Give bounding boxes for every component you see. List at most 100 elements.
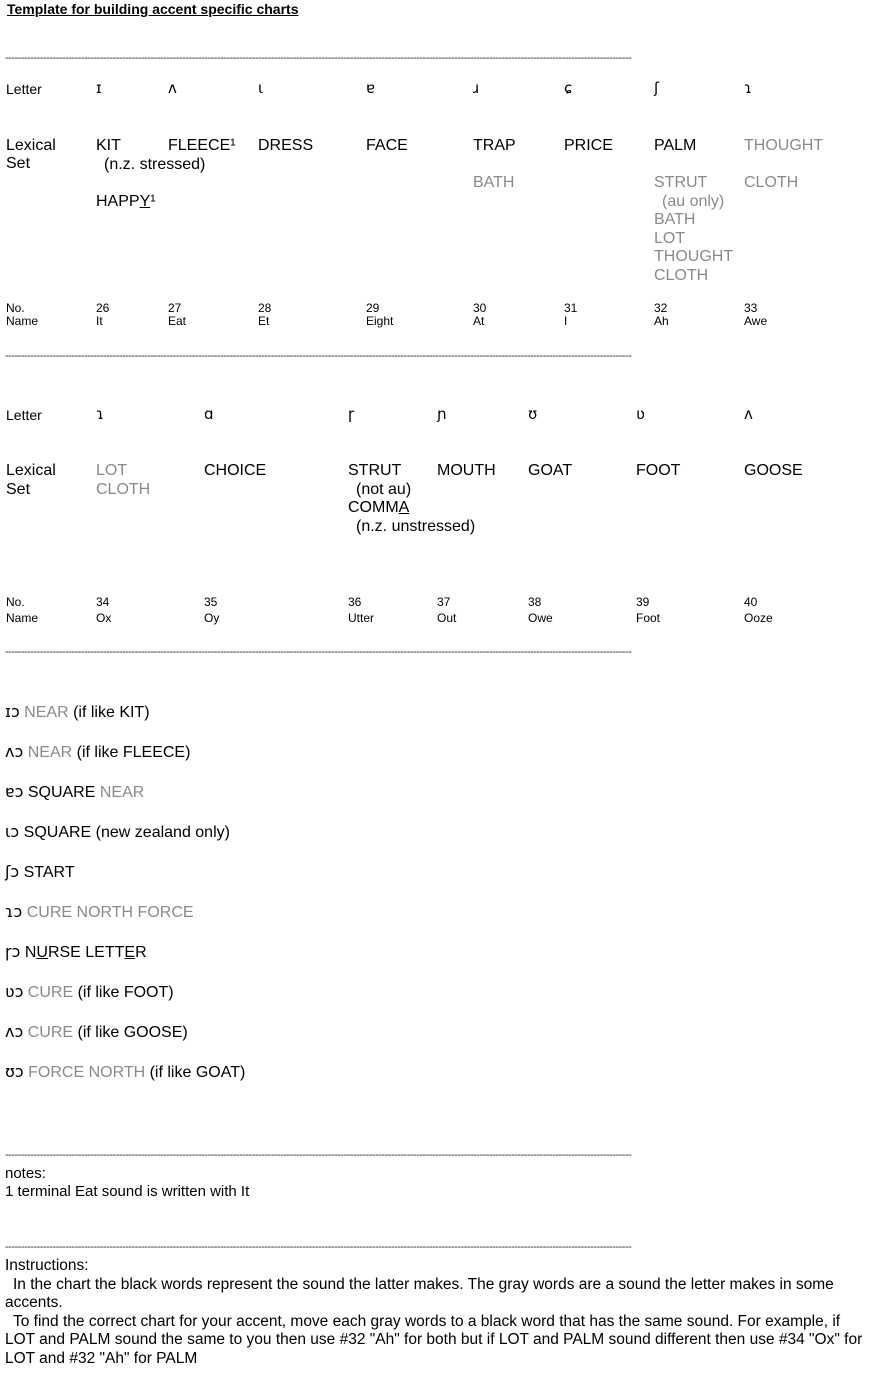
gray-word: FORCE bbox=[133, 904, 194, 921]
letter-number: 38 bbox=[528, 595, 542, 609]
page-title: Template for building accent specific ch… bbox=[7, 1, 299, 17]
lexical-word: PALM bbox=[654, 137, 697, 154]
rhotic-row: ʋɔ CURE (if like FOOT) bbox=[5, 982, 174, 1002]
alphabet-letter: ʌ bbox=[744, 405, 753, 423]
letter-name: Eat bbox=[168, 314, 187, 328]
lexical-word: HAPPY¹ bbox=[96, 192, 156, 210]
lexical-word: THOUGHT bbox=[744, 137, 824, 154]
lexical-word bbox=[96, 174, 205, 193]
letter-name: At bbox=[473, 314, 485, 328]
black-word: (new zealand only) bbox=[91, 824, 230, 841]
gray-word: CURE bbox=[22, 904, 73, 921]
underlined-letter: U bbox=[36, 944, 48, 961]
lexical-cell: LOT CLOTH bbox=[96, 462, 150, 499]
black-word: (if like KIT) bbox=[68, 704, 150, 721]
letter-name: It bbox=[96, 314, 103, 328]
lexical-cell: PALM STRUT (au only) BATH LOT THOUGHT CLOTH bbox=[654, 137, 733, 285]
gray-word: NEAR bbox=[95, 784, 145, 801]
letter-number: 39 bbox=[636, 595, 650, 609]
lexical-word: STRUT bbox=[654, 174, 708, 191]
letter-name: Eight bbox=[366, 314, 394, 328]
lexical-word: BATH bbox=[654, 211, 696, 228]
lexical-cell: THOUGHT CLOTH bbox=[744, 137, 823, 193]
rhotic-row: ɪɔ NEAR (if like KIT) bbox=[5, 702, 150, 722]
separator-1: ----------------------------------------… bbox=[5, 52, 632, 64]
alphabet-letter: ʃ bbox=[654, 79, 660, 97]
letter-name: Awe bbox=[744, 314, 768, 328]
letter-combo: ʊɔ bbox=[5, 1062, 24, 1081]
underlined-letter: E bbox=[124, 944, 136, 961]
alphabet-letter: ɑ bbox=[204, 405, 214, 423]
letter-name: I bbox=[564, 314, 568, 328]
letter-combo: ɩɔ bbox=[5, 822, 20, 841]
letter-name: Out bbox=[437, 611, 457, 625]
letter-name: Utter bbox=[348, 611, 375, 625]
letter-number: 31 bbox=[564, 301, 578, 315]
black-word: (if like FLEECE) bbox=[72, 744, 191, 761]
lexical-cell: DRESS bbox=[258, 137, 313, 156]
lexical-label: Lexical bbox=[6, 137, 56, 154]
letter-name: Owe bbox=[528, 611, 553, 625]
lexical-cell: TRAP BATH bbox=[473, 137, 516, 193]
lexical-word: (n.z. stressed) bbox=[104, 155, 206, 173]
underlined-letter: Y bbox=[139, 192, 151, 210]
lexical-word: TRAP bbox=[473, 137, 516, 154]
letter-name: Et bbox=[258, 314, 270, 328]
lexical-word: LOT bbox=[96, 462, 128, 479]
notes-line: 1 terminal Eat sound is written with It bbox=[5, 1183, 250, 1200]
letter-label: Letter bbox=[6, 407, 42, 423]
lexical-word: GOOSE bbox=[744, 462, 803, 479]
set-label: Set bbox=[6, 481, 31, 498]
letter-name: Ah bbox=[654, 314, 669, 328]
alphabet-letter: ʋ bbox=[636, 405, 645, 423]
lexical-word: COMMA bbox=[348, 499, 410, 516]
separator-5: ----------------------------------------… bbox=[5, 1241, 632, 1253]
black-word: R bbox=[135, 944, 147, 961]
lexical-word: LOT bbox=[654, 229, 686, 247]
instructions-para-1: In the chart the black words represent t… bbox=[5, 1275, 834, 1312]
instructions-section: Instructions: In the chart the black wor… bbox=[5, 1257, 867, 1368]
letter-number: 32 bbox=[654, 301, 668, 315]
lexical-word: MOUTH bbox=[437, 462, 496, 479]
letter-name: Oy bbox=[204, 611, 220, 625]
black-word: (if like GOAT) bbox=[145, 1064, 246, 1081]
letter-number: 36 bbox=[348, 595, 362, 609]
instructions-para-2: To find the correct chart for your accen… bbox=[5, 1312, 863, 1367]
letter-number: 28 bbox=[258, 301, 272, 315]
lexical-cell: MOUTH bbox=[437, 462, 496, 481]
rhotic-row: ɐɔ SQUARE NEAR bbox=[5, 782, 144, 802]
alphabet-letter: ɹ bbox=[473, 79, 480, 97]
black-word: (if like GOOSE) bbox=[73, 1024, 188, 1041]
lexical-word: DRESS bbox=[258, 137, 314, 154]
lexical-word: CLOTH bbox=[654, 266, 709, 284]
black-word: (if like FOOT) bbox=[73, 984, 174, 1001]
gray-word: CURE bbox=[23, 1024, 74, 1041]
lexical-word: CHOICE bbox=[204, 462, 267, 479]
instructions-heading: Instructions: bbox=[5, 1257, 89, 1274]
lexical-word: PRICE bbox=[564, 137, 613, 154]
separator-3: ----------------------------------------… bbox=[5, 646, 632, 658]
lexical-word bbox=[473, 156, 516, 175]
lexical-cell: PRICE bbox=[564, 137, 613, 156]
underlined-letter: A bbox=[398, 499, 410, 516]
lexical-word: FLEECE¹ bbox=[168, 137, 236, 154]
black-word: START bbox=[19, 864, 75, 881]
lexical-cell: FOOT bbox=[636, 462, 680, 481]
rhotic-row: ʌɔ NEAR (if like FLEECE) bbox=[5, 742, 190, 762]
lexical-word: BATH bbox=[473, 174, 515, 191]
lexical-word: CLOTH bbox=[744, 174, 799, 191]
letter-number: 37 bbox=[437, 595, 451, 609]
letter-combo: ɪɔ bbox=[5, 702, 20, 721]
no-label: No. bbox=[6, 301, 25, 315]
letter-combo: ʋɔ bbox=[5, 982, 24, 1001]
letter-combo: ʃɔ bbox=[5, 862, 20, 881]
letter-number: 27 bbox=[168, 301, 182, 315]
notes-heading: notes: bbox=[5, 1165, 46, 1182]
lexical-word: (not au) bbox=[356, 480, 412, 498]
letter-number: 26 bbox=[96, 301, 110, 315]
lexical-word: FOOT bbox=[636, 462, 681, 479]
lexical-word: GOAT bbox=[528, 462, 573, 479]
lexical-word bbox=[654, 156, 733, 175]
alphabet-letter: ʊ bbox=[528, 405, 538, 423]
black-word: RSE LETT bbox=[47, 944, 125, 961]
